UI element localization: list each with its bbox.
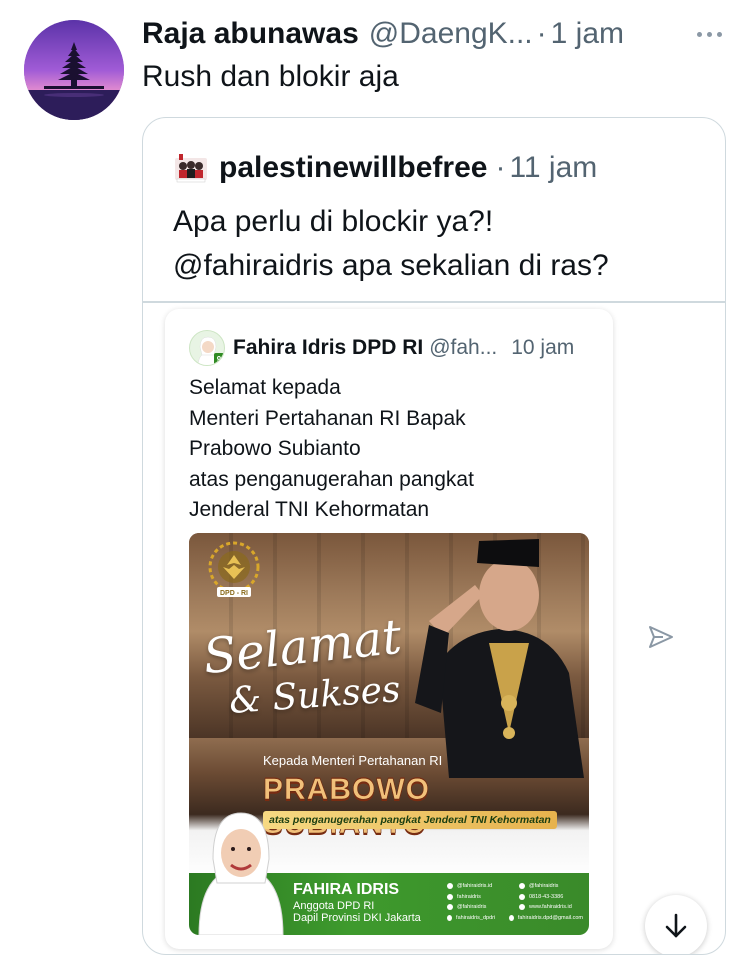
- more-horizontal-icon[interactable]: [692, 22, 726, 46]
- group-photo-icon: [175, 154, 207, 183]
- author-handle[interactable]: @DaengK...: [369, 17, 533, 51]
- share-icon[interactable]: [647, 624, 675, 650]
- quoted-time[interactable]: 11 jam: [509, 151, 597, 185]
- contact-row: @fahiraidris.id @fahiraidris: [447, 881, 583, 892]
- divider: [143, 301, 725, 303]
- avatar[interactable]: [24, 20, 124, 120]
- dpd-ri-emblem-icon: DPD - RI: [208, 541, 260, 597]
- embedded-text-line: Menteri Pertahanan RI Bapak: [189, 406, 466, 430]
- social-icon: [519, 883, 525, 889]
- person-photo-icon: 9: [197, 336, 224, 365]
- quoted-tweet-text: Apa perlu di blockir ya?! @fahiraidris a…: [173, 200, 609, 288]
- quoted-tweet[interactable]: palestinewillbefree · 11 jam Apa perlu d…: [142, 117, 726, 955]
- woman-in-hijab-photo: [198, 812, 284, 935]
- social-icon: [447, 883, 453, 889]
- signer-role-line: Anggota DPD RI: [293, 900, 375, 912]
- embedded-author-handle: @fah...: [429, 336, 498, 359]
- contact-row: @fahiraidris www.fahiraidris.id: [447, 902, 583, 913]
- embedded-text-line: atas penganugerahan pangkat: [189, 467, 474, 491]
- quoted-text-line: Apa perlu di blockir ya?!: [173, 205, 494, 238]
- embedded-avatar: 9: [189, 330, 225, 366]
- mail-icon: [508, 914, 514, 921]
- quoted-avatar[interactable]: [173, 150, 209, 186]
- scroll-down-button[interactable]: [645, 895, 707, 954]
- embedded-post-screenshot[interactable]: 9 Fahira Idris DPD RI @fah... 10 jam Sel…: [165, 309, 613, 949]
- embedded-time: 10 jam: [511, 336, 575, 359]
- embedded-post-header: 9 Fahira Idris DPD RI @fah... 10 jam: [189, 330, 575, 366]
- contact-text: fahiraidris.dpd@gmail.com: [517, 914, 584, 921]
- quoted-author-name[interactable]: palestinewillbefree: [219, 151, 487, 185]
- tweet[interactable]: Raja abunawas @DaengK... · 1 jam Rush da…: [0, 0, 750, 977]
- contact-text: fahiraidris_dpdri: [456, 914, 496, 921]
- svg-text:9: 9: [217, 355, 222, 364]
- congratulations-banner-image[interactable]: DPD - RI Selamat & Sukses Kepada Menteri…: [189, 533, 589, 935]
- tweet-text: Rush dan blokir aja: [142, 60, 399, 93]
- arrow-down-icon: [665, 913, 687, 938]
- contact-text: @fahiraidris.id: [457, 883, 493, 889]
- globe-icon: [519, 904, 525, 910]
- signer-name: FAHIRA IDRIS: [293, 881, 400, 898]
- embedded-text-line: Selamat kepada: [189, 376, 341, 399]
- tweet-time[interactable]: 1 jam: [551, 17, 624, 51]
- social-icon: [447, 893, 453, 900]
- contact-text: @fahiraidris: [529, 883, 559, 889]
- saluting-man-photo: [415, 539, 584, 778]
- embedded-author-name: Fahira Idris DPD RI: [233, 336, 424, 359]
- signer-role: Anggota DPD RI Dapil Provinsi DKI Jakart…: [293, 900, 421, 924]
- social-icon: [447, 914, 453, 921]
- tweet-header: Raja abunawas @DaengK... · 1 jam: [142, 12, 726, 56]
- banner-kepada: Kepada Menteri Pertahanan RI: [263, 753, 443, 768]
- signer-role-line: Dapil Provinsi DKI Jakarta: [293, 912, 421, 924]
- social-icon: [447, 904, 453, 910]
- temple-photo: [24, 20, 124, 120]
- contact-row: fahiraidris 0818-43-3386: [447, 892, 583, 903]
- author-name[interactable]: Raja abunawas: [142, 17, 359, 51]
- embedded-post-text: Selamat kepada Menteri Pertahanan RI Bap…: [189, 373, 474, 526]
- separator-dot: ·: [495, 151, 506, 184]
- quoted-text-line: @fahiraidris apa sekalian di ras?: [173, 249, 609, 282]
- embedded-text-line: Jenderal TNI Kehormatan: [189, 498, 430, 521]
- contact-text: @fahiraidris: [457, 904, 487, 910]
- contact-text: 0818-43-3386: [529, 893, 564, 900]
- contact-row: fahiraidris_dpdri fahiraidris.dpd@gmail.…: [447, 913, 583, 924]
- quoted-tweet-header: palestinewillbefree · 11 jam: [173, 146, 597, 190]
- embedded-text-line: Prabowo Subianto: [189, 437, 361, 460]
- banner-honoree-name: PRABOWO SUBIANTO: [263, 773, 430, 841]
- contact-list: @fahiraidris.id @fahiraidris fahiraidris…: [447, 881, 583, 923]
- contact-text: fahiraidris: [457, 893, 481, 900]
- phone-icon: [519, 893, 525, 900]
- separator-dot: ·: [536, 17, 547, 50]
- banner-subtitle: atas penganugerahan pangkat Jenderal TNI…: [263, 811, 557, 829]
- logo-text: DPD - RI: [220, 590, 248, 597]
- contact-text: www.fahiraidris.id: [529, 904, 572, 910]
